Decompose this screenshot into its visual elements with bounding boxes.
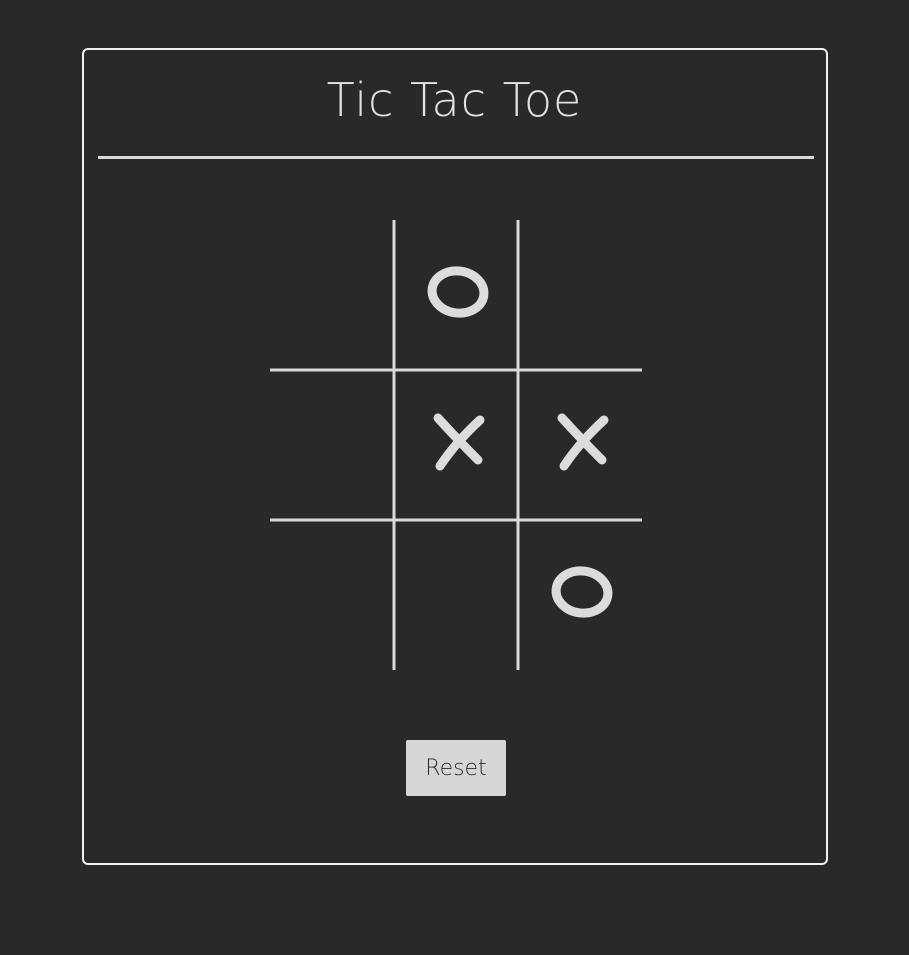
cell-r2-c2[interactable] bbox=[397, 373, 515, 517]
cell-r1-c2[interactable] bbox=[397, 223, 515, 367]
cell-hit-area[interactable] bbox=[521, 223, 639, 367]
cell-r3-c1[interactable] bbox=[273, 523, 391, 667]
cell-r1-c1[interactable] bbox=[273, 223, 391, 367]
game-board bbox=[270, 220, 642, 670]
cell-hit-area[interactable] bbox=[397, 223, 515, 367]
cell-r1-c3[interactable] bbox=[521, 223, 639, 367]
cell-r3-c2[interactable] bbox=[397, 523, 515, 667]
page-title: Tic Tac Toe bbox=[326, 73, 583, 127]
cell-hit-area[interactable] bbox=[397, 523, 515, 667]
cell-hit-area[interactable] bbox=[273, 223, 391, 367]
cell-hit-area[interactable] bbox=[273, 523, 391, 667]
board-grid bbox=[270, 220, 642, 670]
cell-r2-c3[interactable] bbox=[521, 373, 639, 517]
board-cells bbox=[273, 223, 639, 667]
cell-r3-c3[interactable] bbox=[521, 523, 639, 667]
cell-hit-area[interactable] bbox=[521, 523, 639, 667]
cell-r2-c1[interactable] bbox=[273, 373, 391, 517]
reset-button[interactable]: Reset bbox=[406, 740, 506, 796]
cell-hit-area[interactable] bbox=[273, 373, 391, 517]
title-divider bbox=[98, 156, 814, 159]
